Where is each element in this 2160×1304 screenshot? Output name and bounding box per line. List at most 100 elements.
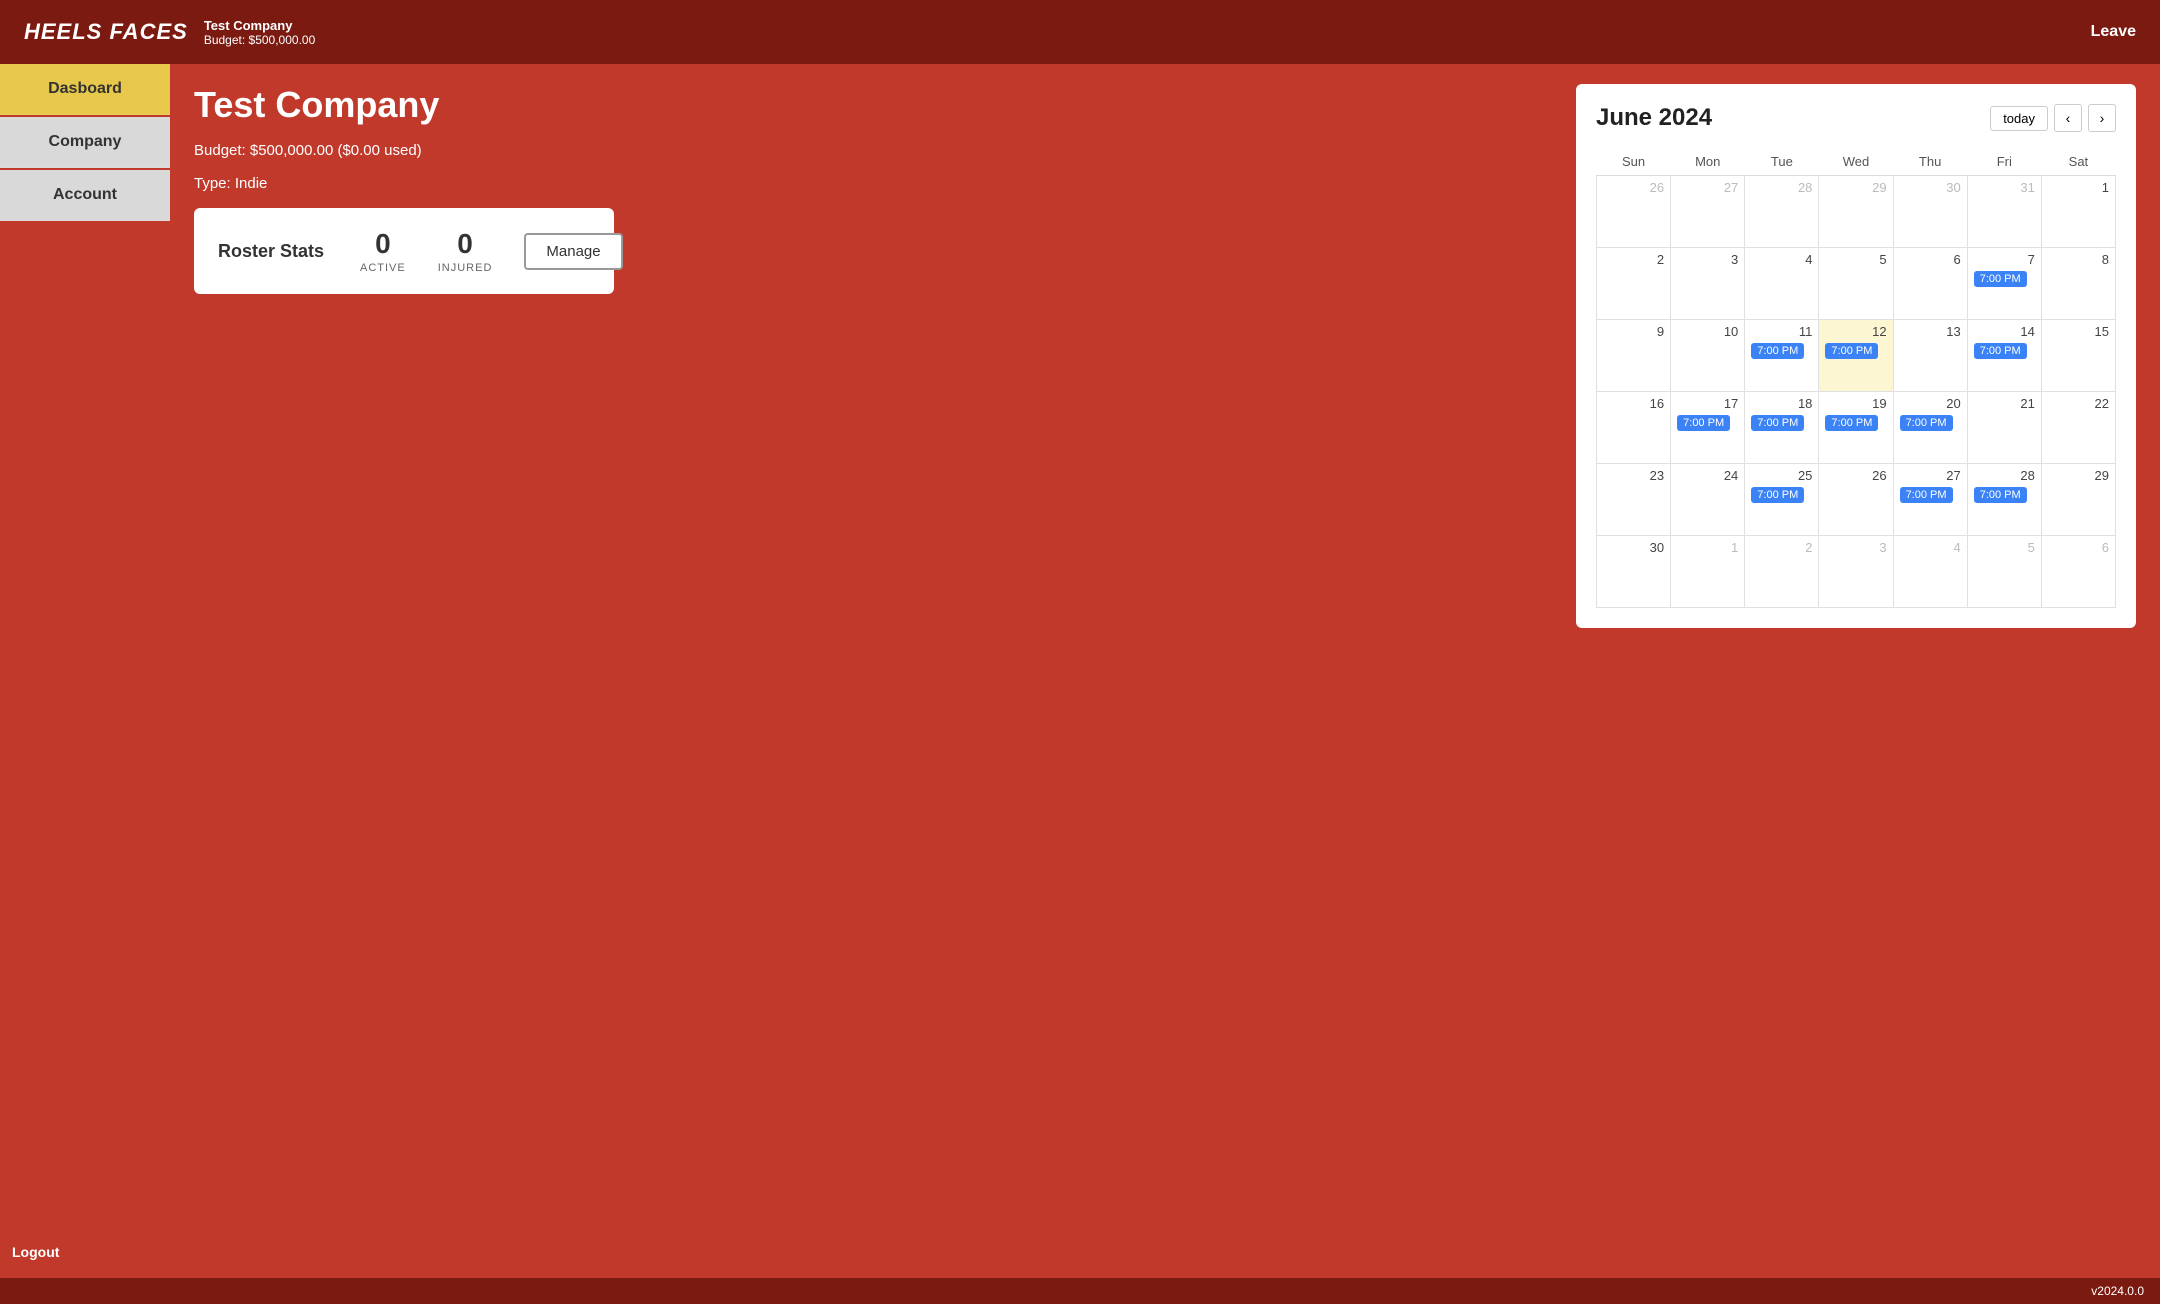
calendar-grid: SunMonTueWedThuFriSat 262728293031123456… bbox=[1596, 148, 2116, 608]
calendar-day-cell[interactable]: 30 bbox=[1893, 176, 1967, 248]
sidebar-item-company[interactable]: Company bbox=[0, 117, 170, 168]
calendar-day-cell[interactable]: 30 bbox=[1597, 536, 1671, 608]
calendar-day-header: Fri bbox=[1967, 148, 2041, 176]
calendar-day-cell[interactable]: 3 bbox=[1671, 248, 1745, 320]
footer: v2024.0.0 bbox=[0, 1278, 2160, 1304]
event-pill[interactable]: 7:00 PM bbox=[1974, 343, 2027, 359]
day-number: 24 bbox=[1677, 468, 1738, 483]
day-number: 21 bbox=[1974, 396, 2035, 411]
calendar-week-row: 2345677:00 PM 8 bbox=[1597, 248, 2116, 320]
calendar-day-cell[interactable]: 277:00 PM bbox=[1893, 464, 1967, 536]
calendar-day-header: Sat bbox=[2041, 148, 2115, 176]
calendar-header: June 2024 today ‹ › bbox=[1596, 104, 2116, 132]
sidebar: Dasboard Company Account Logout bbox=[0, 64, 170, 1278]
event-pill[interactable]: 7:00 PM bbox=[1751, 487, 1804, 503]
day-number: 26 bbox=[1825, 468, 1886, 483]
calendar-day-header: Mon bbox=[1671, 148, 1745, 176]
calendar-day-cell[interactable]: 9 bbox=[1597, 320, 1671, 392]
calendar-day-cell[interactable]: 23 bbox=[1597, 464, 1671, 536]
calendar-day-cell[interactable]: 22 bbox=[2041, 392, 2115, 464]
right-panel: June 2024 today ‹ › SunMonTueWedThuFriSa… bbox=[1552, 64, 2160, 1278]
calendar-day-cell[interactable]: 1 bbox=[1671, 536, 1745, 608]
calendar-day-cell[interactable]: 117:00 PM bbox=[1745, 320, 1819, 392]
day-number: 29 bbox=[2048, 468, 2109, 483]
calendar-day-cell[interactable]: 8 bbox=[2041, 248, 2115, 320]
calendar-day-cell[interactable]: 10 bbox=[1671, 320, 1745, 392]
event-pill[interactable]: 7:00 PM bbox=[1751, 343, 1804, 359]
prev-month-button[interactable]: ‹ bbox=[2054, 104, 2082, 132]
event-pill[interactable]: 7:00 PM bbox=[1974, 271, 2027, 287]
day-number: 14 bbox=[1974, 324, 2035, 339]
calendar-day-cell[interactable]: 16 bbox=[1597, 392, 1671, 464]
event-pill[interactable]: 7:00 PM bbox=[1825, 415, 1878, 431]
calendar-day-cell[interactable]: 1 bbox=[2041, 176, 2115, 248]
calendar-day-cell[interactable]: 287:00 PM bbox=[1967, 464, 2041, 536]
day-number: 16 bbox=[1603, 396, 1664, 411]
injured-stat: 0 INJURED bbox=[438, 228, 493, 274]
calendar-day-cell[interactable]: 2 bbox=[1745, 536, 1819, 608]
calendar-day-cell[interactable]: 24 bbox=[1671, 464, 1745, 536]
company-budget: Budget: $500,000.00 ($0.00 used) bbox=[194, 142, 1528, 159]
calendar-day-cell[interactable]: 26 bbox=[1597, 176, 1671, 248]
sidebar-item-dashboard[interactable]: Dasboard bbox=[0, 64, 170, 115]
next-month-button[interactable]: › bbox=[2088, 104, 2116, 132]
calendar-day-cell[interactable]: 6 bbox=[1893, 248, 1967, 320]
calendar-day-cell[interactable]: 26 bbox=[1819, 464, 1893, 536]
day-number: 26 bbox=[1603, 180, 1664, 195]
calendar-week-row: 26 2728 29 3031 1 bbox=[1597, 176, 2116, 248]
manage-button[interactable]: Manage bbox=[524, 233, 622, 270]
event-pill[interactable]: 7:00 PM bbox=[1900, 415, 1953, 431]
calendar-day-cell[interactable]: 31 bbox=[1967, 176, 2041, 248]
day-number: 19 bbox=[1825, 396, 1886, 411]
day-number: 13 bbox=[1900, 324, 1961, 339]
calendar-day-cell[interactable]: 29 bbox=[2041, 464, 2115, 536]
calendar-day-cell[interactable]: 77:00 PM bbox=[1967, 248, 2041, 320]
header-left: HEELS FACES Test Company Budget: $500,00… bbox=[24, 18, 315, 47]
logout-button[interactable]: Logout bbox=[12, 1244, 59, 1260]
roster-card: Roster Stats 0 ACTIVE 0 INJURED Manage bbox=[194, 208, 614, 294]
event-pill[interactable]: 7:00 PM bbox=[1974, 487, 2027, 503]
calendar-day-cell[interactable]: 257:00 PM bbox=[1745, 464, 1819, 536]
calendar-day-header: Wed bbox=[1819, 148, 1893, 176]
calendar-day-cell[interactable]: 21 bbox=[1967, 392, 2041, 464]
calendar-day-cell[interactable]: 4 bbox=[1893, 536, 1967, 608]
day-number: 15 bbox=[2048, 324, 2109, 339]
day-number: 18 bbox=[1751, 396, 1812, 411]
injured-count: 0 bbox=[457, 228, 473, 260]
calendar-day-cell[interactable]: 13 bbox=[1893, 320, 1967, 392]
main-content: Test Company Budget: $500,000.00 ($0.00 … bbox=[170, 64, 1552, 1278]
day-number: 23 bbox=[1603, 468, 1664, 483]
event-pill[interactable]: 7:00 PM bbox=[1900, 487, 1953, 503]
day-number: 8 bbox=[2048, 252, 2109, 267]
calendar-day-cell[interactable]: 29 bbox=[1819, 176, 1893, 248]
calendar-day-cell[interactable]: 18 7:00 PM bbox=[1745, 392, 1819, 464]
today-button[interactable]: today bbox=[1990, 106, 2048, 131]
day-number: 1 bbox=[2048, 180, 2109, 195]
calendar-day-cell[interactable]: 6 bbox=[2041, 536, 2115, 608]
roster-title: Roster Stats bbox=[218, 241, 328, 262]
day-number: 20 bbox=[1900, 396, 1961, 411]
event-pill[interactable]: 7:00 PM bbox=[1677, 415, 1730, 431]
calendar-day-cell[interactable]: 5 bbox=[1819, 248, 1893, 320]
event-pill[interactable]: 7:00 PM bbox=[1825, 343, 1878, 359]
sidebar-item-account[interactable]: Account bbox=[0, 170, 170, 221]
calendar-day-cell[interactable]: 20 7:00 PM bbox=[1893, 392, 1967, 464]
event-pill[interactable]: 7:00 PM bbox=[1751, 415, 1804, 431]
day-number: 29 bbox=[1825, 180, 1886, 195]
calendar-day-cell[interactable]: 19 7:00 PM bbox=[1819, 392, 1893, 464]
leave-button[interactable]: Leave bbox=[2091, 23, 2136, 41]
day-number: 5 bbox=[1825, 252, 1886, 267]
version-label: v2024.0.0 bbox=[2091, 1284, 2144, 1298]
calendar-day-cell[interactable]: 177:00 PM bbox=[1671, 392, 1745, 464]
calendar-day-cell[interactable]: 28 bbox=[1745, 176, 1819, 248]
calendar-day-cell[interactable]: 127:00 PM bbox=[1819, 320, 1893, 392]
company-type: Type: Indie bbox=[194, 175, 1528, 192]
day-number: 30 bbox=[1603, 540, 1664, 555]
calendar-day-cell[interactable]: 15 bbox=[2041, 320, 2115, 392]
calendar-day-cell[interactable]: 4 bbox=[1745, 248, 1819, 320]
calendar-day-cell[interactable]: 5 bbox=[1967, 536, 2041, 608]
calendar-day-cell[interactable]: 2 bbox=[1597, 248, 1671, 320]
calendar-day-cell[interactable]: 27 bbox=[1671, 176, 1745, 248]
calendar-day-cell[interactable]: 3 bbox=[1819, 536, 1893, 608]
calendar-day-cell[interactable]: 14 7:00 PM bbox=[1967, 320, 2041, 392]
